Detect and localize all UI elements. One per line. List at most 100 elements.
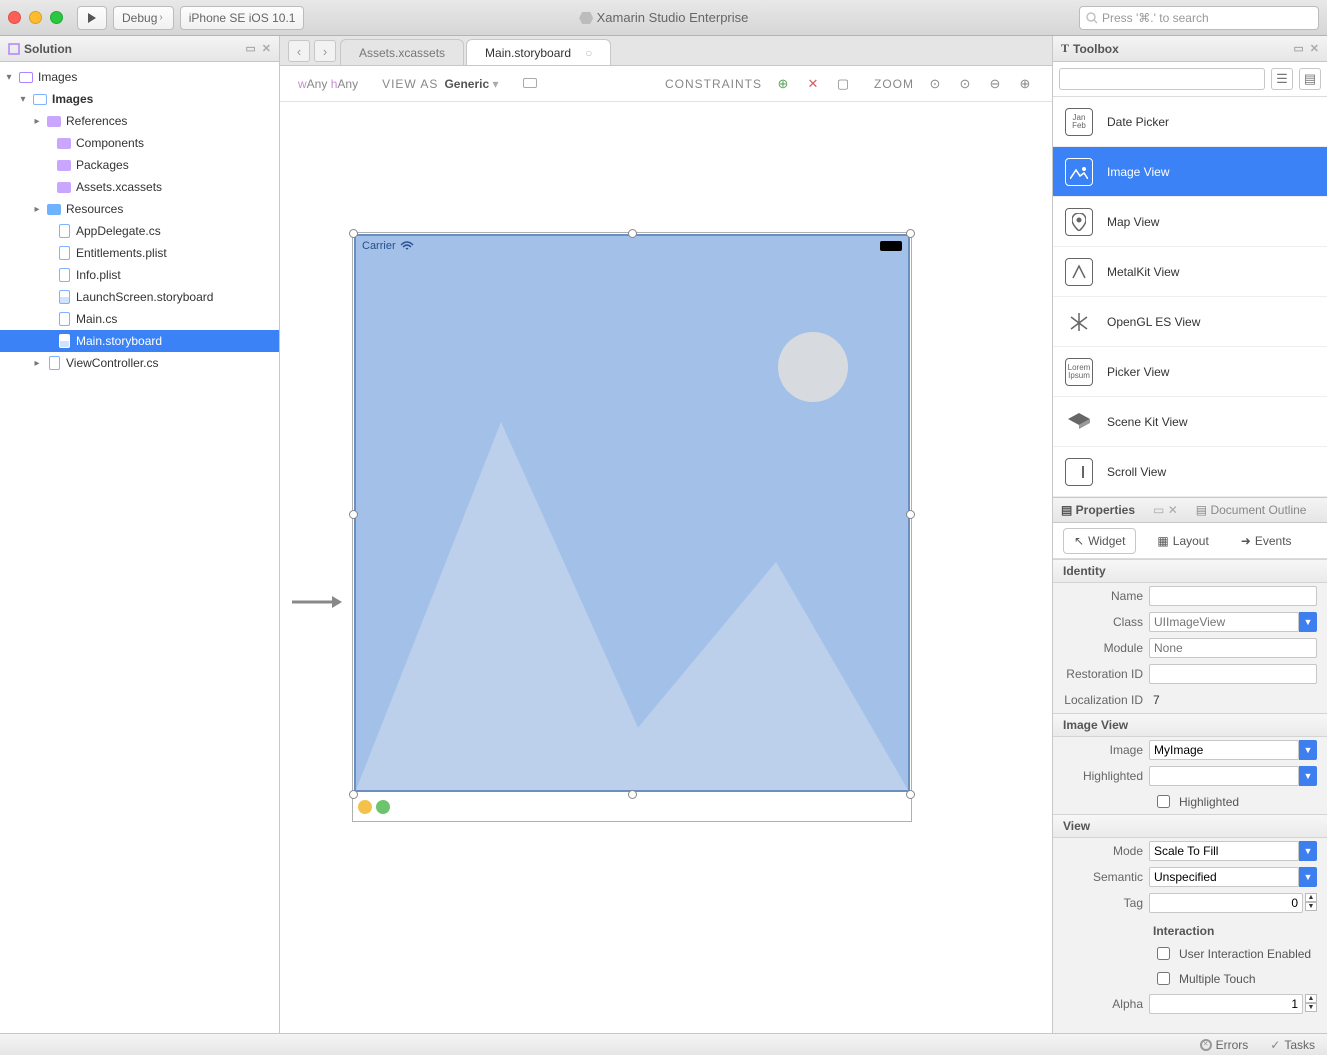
scene-dock <box>358 800 390 814</box>
properties-outline-header: ▤ Properties ▭ ✕ ▤ Document Outline <box>1053 497 1327 523</box>
pad-close-icon[interactable]: ✕ <box>262 42 271 55</box>
pad-dock-icon[interactable]: ▭ <box>245 42 255 55</box>
pad-dock-icon[interactable]: ▭ <box>1293 42 1303 55</box>
toolbox-item-date-picker[interactable]: JanFebDate Picker <box>1053 97 1327 147</box>
toolbox-search-input[interactable] <box>1059 68 1265 90</box>
dropdown-icon[interactable]: ▼ <box>1299 867 1317 887</box>
toolbox-item-picker-view[interactable]: LoremIpsumPicker View <box>1053 347 1327 397</box>
pad-close-icon[interactable]: ✕ <box>1310 42 1319 55</box>
properties-tab-widget[interactable]: ↖ Widget <box>1063 528 1136 554</box>
toolbox-list-icon[interactable]: ▤ <box>1299 68 1321 90</box>
config-selector[interactable]: Debug › <box>113 6 174 30</box>
document-outline-tab[interactable]: ▤ Document Outline <box>1196 503 1307 517</box>
nav-forward-button[interactable]: › <box>314 40 336 62</box>
tree-project[interactable]: ▾Images <box>0 88 279 110</box>
toolbox-item-scenekit-view[interactable]: Scene Kit View <box>1053 397 1327 447</box>
prop-restoration-input[interactable] <box>1149 664 1317 684</box>
prop-uie-checkbox[interactable] <box>1157 947 1170 960</box>
view-as-selector[interactable]: VIEW ASGeneric ▾ <box>382 77 498 91</box>
prop-module-input[interactable] <box>1149 638 1317 658</box>
zoom-window-icon[interactable] <box>50 11 63 24</box>
tree-assets[interactable]: Assets.xcassets <box>0 176 279 198</box>
prop-tag-input[interactable] <box>1149 893 1303 913</box>
tree-entitlements[interactable]: Entitlements.plist <box>0 242 279 264</box>
prop-image-input[interactable] <box>1149 740 1299 760</box>
zoom-actual-icon[interactable]: ⊙ <box>956 75 974 93</box>
placeholder-moon-icon <box>778 332 848 402</box>
global-search-input[interactable]: Press '⌘.' to search <box>1079 6 1319 30</box>
dropdown-icon[interactable]: ▼ <box>1299 612 1317 632</box>
toolbox-item-map-view[interactable]: Map View <box>1053 197 1327 247</box>
errors-button[interactable]: Errors <box>1200 1038 1249 1052</box>
tree-info-plist[interactable]: Info.plist <box>0 264 279 286</box>
vc-icon[interactable] <box>358 800 372 814</box>
tasks-button[interactable]: ✓Tasks <box>1270 1038 1315 1052</box>
stepper-icon[interactable]: ▲▼ <box>1305 994 1317 1014</box>
tree-resources[interactable]: ▸Resources <box>0 198 279 220</box>
frames-icon[interactable]: ▢ <box>834 75 852 93</box>
minimize-window-icon[interactable] <box>29 11 42 24</box>
resize-handle[interactable] <box>628 790 637 799</box>
resize-handle[interactable] <box>349 790 358 799</box>
solution-pad: Solution ▭✕ ▾Images ▾Images ▸References … <box>0 36 280 1033</box>
device-selector[interactable]: iPhone SE iOS 10.1 <box>180 6 305 30</box>
design-canvas[interactable]: Carrier <box>280 102 1052 1033</box>
prop-semantic-input[interactable] <box>1149 867 1299 887</box>
stepper-icon[interactable]: ▲▼ <box>1305 893 1317 913</box>
tree-main-cs[interactable]: Main.cs <box>0 308 279 330</box>
toolbox-item-image-view[interactable]: Image View <box>1053 147 1327 197</box>
prop-highlighted-checkbox[interactable] <box>1157 795 1170 808</box>
first-responder-icon[interactable] <box>376 800 390 814</box>
toolbox-item-metalkit-view[interactable]: MetalKit View <box>1053 247 1327 297</box>
toolbox-list[interactable]: JanFebDate Picker Image View Map View Me… <box>1053 97 1327 497</box>
zoom-in-icon[interactable]: ⊕ <box>1016 75 1034 93</box>
zoom-fit-icon[interactable]: ⊙ <box>926 75 944 93</box>
resize-handle[interactable] <box>349 229 358 238</box>
properties-tab[interactable]: ▤ Properties <box>1061 503 1135 517</box>
orientation-toggle[interactable] <box>523 77 537 91</box>
prop-name-input[interactable] <box>1149 586 1317 606</box>
add-constraint-icon[interactable]: ⊕ <box>774 75 792 93</box>
close-tab-icon[interactable]: ○ <box>585 46 592 60</box>
toolbox-item-scroll-view[interactable]: Scroll View <box>1053 447 1327 497</box>
dropdown-icon[interactable]: ▼ <box>1299 740 1317 760</box>
resize-handle[interactable] <box>349 510 358 519</box>
nav-back-button[interactable]: ‹ <box>288 40 310 62</box>
prop-mode-input[interactable] <box>1149 841 1299 861</box>
properties-tab-layout[interactable]: ▦ Layout <box>1146 528 1219 554</box>
size-class-selector[interactable]: wAny hAny <box>298 77 358 91</box>
prop-class-input[interactable] <box>1149 612 1299 632</box>
resize-handle[interactable] <box>628 229 637 238</box>
tab-main-storyboard[interactable]: Main.storyboard○ <box>466 39 611 65</box>
tree-main-storyboard[interactable]: Main.storyboard <box>0 330 279 352</box>
prop-alpha-input[interactable] <box>1149 994 1303 1014</box>
tree-viewcontroller[interactable]: ▸ViewController.cs <box>0 352 279 374</box>
initial-vc-arrow-icon <box>292 592 342 612</box>
dropdown-icon[interactable]: ▼ <box>1299 766 1317 786</box>
resize-handle[interactable] <box>906 229 915 238</box>
status-bar: Errors ✓Tasks <box>0 1033 1327 1055</box>
scenekit-icon <box>1065 408 1093 436</box>
tree-packages[interactable]: Packages <box>0 154 279 176</box>
prop-multitouch-checkbox[interactable] <box>1157 972 1170 985</box>
properties-tab-events[interactable]: ➜ Events <box>1230 528 1303 554</box>
dropdown-icon[interactable]: ▼ <box>1299 841 1317 861</box>
toolbox-item-opengl-view[interactable]: OpenGL ES View <box>1053 297 1327 347</box>
resize-handle[interactable] <box>906 790 915 799</box>
tree-appdelegate[interactable]: AppDelegate.cs <box>0 220 279 242</box>
tree-launchscreen[interactable]: LaunchScreen.storyboard <box>0 286 279 308</box>
tab-assets[interactable]: Assets.xcassets <box>340 39 464 65</box>
tree-components[interactable]: Components <box>0 132 279 154</box>
properties-body[interactable]: Identity Name Class▼ Module Restoration … <box>1053 559 1327 1033</box>
tree-references[interactable]: ▸References <box>0 110 279 132</box>
resize-handle[interactable] <box>906 510 915 519</box>
document-tabs: ‹ › Assets.xcassets Main.storyboard○ <box>280 36 1052 66</box>
remove-constraint-icon[interactable]: ✕ <box>804 75 822 93</box>
run-button[interactable] <box>77 6 107 30</box>
close-window-icon[interactable] <box>8 11 21 24</box>
prop-highlighted-input[interactable] <box>1149 766 1299 786</box>
zoom-out-icon[interactable]: ⊖ <box>986 75 1004 93</box>
toolbox-compact-icon[interactable]: ☰ <box>1271 68 1293 90</box>
tree-solution-root[interactable]: ▾Images <box>0 66 279 88</box>
solution-tree[interactable]: ▾Images ▾Images ▸References Components P… <box>0 62 279 1033</box>
